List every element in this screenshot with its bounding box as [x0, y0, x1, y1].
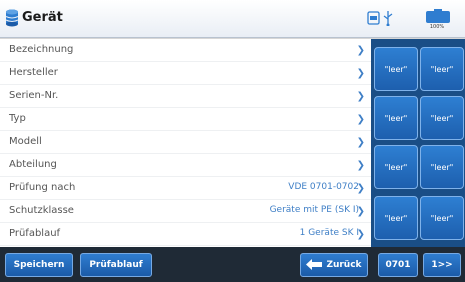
- test-sequence-button[interactable]: Prüfablauf: [80, 253, 152, 277]
- page-title: Gerät: [22, 10, 63, 25]
- chevron-right-icon: ❯: [356, 183, 365, 194]
- memory-slot-button[interactable]: "leer": [374, 96, 418, 140]
- field-label: Bezeichnung: [9, 44, 74, 55]
- standard-code-button[interactable]: 0701: [378, 253, 418, 277]
- memory-slot-button[interactable]: "leer": [374, 47, 418, 91]
- field-label: Schutzklasse: [9, 205, 74, 216]
- chevron-right-icon: ❯: [356, 68, 365, 79]
- chevron-right-icon: ❯: [356, 229, 365, 240]
- field-row-modell[interactable]: Modell ❯: [0, 131, 371, 154]
- field-label: Typ: [9, 113, 26, 124]
- chevron-right-icon: ❯: [356, 160, 365, 171]
- memory-slot-button[interactable]: "leer": [420, 47, 464, 91]
- memory-button-panel: "leer" "leer" "leer" "leer" "leer" "leer…: [371, 39, 465, 247]
- chevron-right-icon: ❯: [356, 91, 365, 102]
- memory-slot-button[interactable]: "leer": [374, 145, 418, 189]
- field-value: 1 Geräte SK I: [299, 228, 359, 238]
- field-row-pruefablauf[interactable]: Prüfablauf 1 Geräte SK I ❯: [0, 223, 371, 246]
- field-label: Prüfablauf: [9, 228, 61, 239]
- chevron-right-icon: ❯: [356, 114, 365, 125]
- chevron-right-icon: ❯: [356, 45, 365, 56]
- next-page-button[interactable]: 1>>: [423, 253, 461, 277]
- device-screen: Gerät 100% Bezeichnung ❯ Hersteller ❯ Se…: [0, 0, 465, 282]
- chevron-right-icon: ❯: [356, 206, 365, 217]
- device-field-list: Bezeichnung ❯ Hersteller ❯ Serien-Nr. ❯ …: [0, 39, 371, 247]
- sd-card-icon: [367, 11, 380, 25]
- field-row-hersteller[interactable]: Hersteller ❯: [0, 62, 371, 85]
- field-label: Hersteller: [9, 67, 58, 78]
- memory-slot-button[interactable]: "leer": [420, 145, 464, 189]
- field-label: Prüfung nach: [9, 182, 76, 193]
- save-button[interactable]: Speichern: [5, 253, 73, 277]
- memory-slot-button[interactable]: "leer": [420, 96, 464, 140]
- database-icon: [5, 9, 19, 27]
- field-row-pruefung-nach[interactable]: Prüfung nach VDE 0701-0702 ❯: [0, 177, 371, 200]
- memory-slot-button[interactable]: "leer": [420, 196, 464, 240]
- arrow-left-icon: [306, 259, 323, 270]
- title-bar: Gerät 100%: [0, 0, 465, 38]
- field-row-serien-nr[interactable]: Serien-Nr. ❯: [0, 85, 371, 108]
- memory-slot-button[interactable]: "leer": [374, 196, 418, 240]
- field-label: Abteilung: [9, 159, 57, 170]
- field-row-typ[interactable]: Typ ❯: [0, 108, 371, 131]
- battery-percent: 100%: [429, 24, 445, 30]
- usb-icon: [383, 11, 393, 26]
- field-row-schutzklasse[interactable]: Schutzklasse Geräte mit PE (SK I) ❯: [0, 200, 371, 223]
- bottom-toolbar: Speichern Prüfablauf Zurück 0701 1>>: [0, 247, 465, 282]
- back-button[interactable]: Zurück: [300, 253, 368, 277]
- field-value: VDE 0701-0702: [288, 182, 359, 192]
- status-icons: [367, 11, 393, 26]
- field-row-abteilung[interactable]: Abteilung ❯: [0, 154, 371, 177]
- chevron-right-icon: ❯: [356, 137, 365, 148]
- back-button-label: Zurück: [326, 260, 362, 270]
- field-row-bezeichnung[interactable]: Bezeichnung ❯: [0, 39, 371, 62]
- field-label: Modell: [9, 136, 42, 147]
- field-value: Geräte mit PE (SK I): [269, 205, 359, 215]
- field-label: Serien-Nr.: [9, 90, 59, 101]
